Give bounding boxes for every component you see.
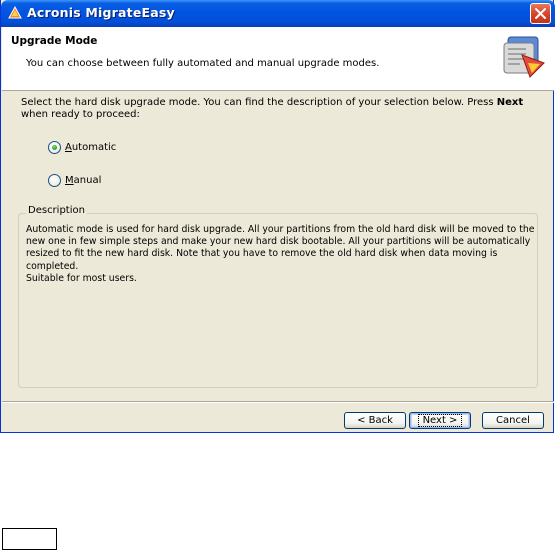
automatic-option[interactable]: Automatic [48,139,116,155]
manual-accelerator: M [65,174,74,186]
instruction-text: Select the hard disk upgrade mode. You c… [21,97,541,121]
back-button-label: < Back [357,415,393,426]
page-title: Upgrade Mode [11,35,98,47]
cancel-button-label: Cancel [496,415,530,426]
acronis-app-icon [8,5,22,19]
instruction-emphasis: Next [496,97,524,108]
automatic-label[interactable]: Automatic [65,142,116,153]
wizard-window: Acronis MigrateEasy Upgrade Mode You can… [0,0,555,433]
close-icon [535,8,546,19]
automatic-radio[interactable] [48,140,61,154]
page: Acronis MigrateEasy Upgrade Mode You can… [0,0,556,551]
back-button[interactable]: < Back [344,412,406,429]
description-paragraph: Automatic mode is used for hard disk upg… [26,224,535,272]
manual-option[interactable]: Manual [48,172,101,188]
manual-label-rest: anual [73,174,102,186]
description-text: Automatic mode is used for hard disk upg… [26,224,544,285]
automatic-accelerator: A [65,141,72,153]
page-subtitle: You can choose between fully automated a… [26,58,380,69]
description-note: Suitable for most users. [26,272,137,284]
cancel-button[interactable]: Cancel [482,412,544,429]
manual-label[interactable]: Manual [65,175,101,186]
wizard-header: Upgrade Mode You can choose between full… [2,27,554,91]
instruction-prefix: Select the hard disk upgrade mode. You c… [21,97,497,108]
manual-radio[interactable] [48,173,61,187]
next-button[interactable]: Next > [409,412,471,429]
window-title: Acronis MigrateEasy [27,5,175,20]
title-bar[interactable]: Acronis MigrateEasy [1,0,555,27]
footer-separator [2,401,554,403]
next-button-label: Next > [417,414,463,427]
description-legend: Description [26,205,87,216]
close-button[interactable] [530,3,551,24]
empty-box [2,528,57,550]
acronis-wizard-logo-icon [503,36,545,78]
instruction-suffix: when ready to proceed: [21,109,140,120]
automatic-label-rest: utomatic [71,141,117,153]
